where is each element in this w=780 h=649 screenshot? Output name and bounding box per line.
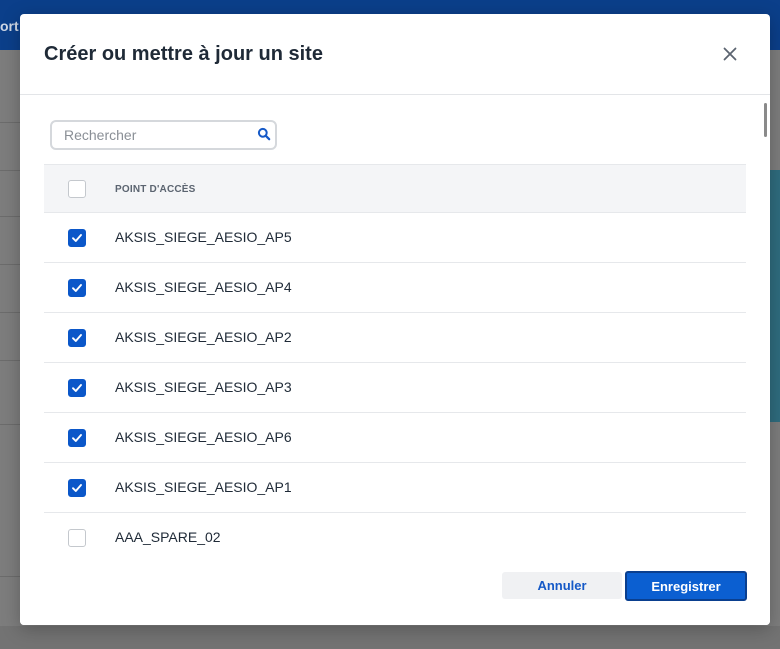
row-checkbox[interactable] xyxy=(68,329,86,347)
checkmark-icon xyxy=(72,384,82,392)
close-icon[interactable] xyxy=(720,44,740,64)
table-row[interactable]: AKSIS_SIEGE_AESIO_AP6 xyxy=(44,413,746,463)
checkmark-icon xyxy=(72,434,82,442)
background-divider xyxy=(0,576,20,577)
access-point-name: AKSIS_SIEGE_AESIO_AP6 xyxy=(115,429,292,445)
scrollbar[interactable] xyxy=(764,103,767,137)
search-box xyxy=(50,120,277,150)
access-point-name: AKSIS_SIEGE_AESIO_AP1 xyxy=(115,479,292,495)
background-divider xyxy=(0,122,20,123)
modal-title: Créer ou mettre à jour un site xyxy=(44,43,323,65)
modal-footer: Annuler Enregistrer xyxy=(20,559,770,625)
background-divider xyxy=(0,312,20,313)
table-row[interactable]: AAA_SPARE_02 xyxy=(44,513,746,559)
search-input[interactable] xyxy=(64,126,244,144)
background-divider xyxy=(0,170,20,171)
access-point-name: AKSIS_SIEGE_AESIO_AP3 xyxy=(115,379,292,395)
table-row[interactable]: AKSIS_SIEGE_AESIO_AP4 xyxy=(44,263,746,313)
checkmark-icon xyxy=(72,484,82,492)
row-checkbox[interactable] xyxy=(68,379,86,397)
checkmark-icon xyxy=(72,234,82,242)
table-row[interactable]: AKSIS_SIEGE_AESIO_AP3 xyxy=(44,363,746,413)
background-divider xyxy=(0,264,20,265)
search-icon[interactable] xyxy=(257,127,271,141)
row-checkbox[interactable] xyxy=(68,479,86,497)
access-point-name: AKSIS_SIEGE_AESIO_AP4 xyxy=(115,279,292,295)
modal-dialog: Créer ou mettre à jour un site POINT D'A… xyxy=(20,14,770,625)
background-divider xyxy=(0,424,20,425)
access-point-name: AKSIS_SIEGE_AESIO_AP2 xyxy=(115,329,292,345)
table-row[interactable]: AKSIS_SIEGE_AESIO_AP1 xyxy=(44,463,746,513)
access-point-name: AKSIS_SIEGE_AESIO_AP5 xyxy=(115,229,292,245)
background-divider xyxy=(0,360,20,361)
table-header: POINT D'ACCÈS xyxy=(44,164,746,213)
table-row[interactable]: AKSIS_SIEGE_AESIO_AP2 xyxy=(44,313,746,363)
background-panel xyxy=(770,170,780,422)
access-point-table: POINT D'ACCÈS AKSIS_SIEGE_AESIO_AP5 AKSIS… xyxy=(44,164,746,559)
checkmark-icon xyxy=(72,334,82,342)
background-topbar-text: ort xyxy=(0,18,19,34)
modal-header: Créer ou mettre à jour un site xyxy=(20,14,770,95)
access-point-name: AAA_SPARE_02 xyxy=(115,529,221,545)
table-row[interactable]: AKSIS_SIEGE_AESIO_AP5 xyxy=(44,213,746,263)
row-checkbox[interactable] xyxy=(68,529,86,547)
modal-body: POINT D'ACCÈS AKSIS_SIEGE_AESIO_AP5AKSIS… xyxy=(20,95,770,559)
row-checkbox[interactable] xyxy=(68,279,86,297)
select-all-checkbox[interactable] xyxy=(68,180,86,198)
save-button[interactable]: Enregistrer xyxy=(625,571,747,601)
column-header-access-point: POINT D'ACCÈS xyxy=(115,184,196,195)
checkmark-icon xyxy=(72,284,82,292)
background-footer xyxy=(0,626,780,649)
background-divider xyxy=(0,216,20,217)
row-checkbox[interactable] xyxy=(68,429,86,447)
row-checkbox[interactable] xyxy=(68,229,86,247)
cancel-button[interactable]: Annuler xyxy=(502,572,622,599)
table-rows: AKSIS_SIEGE_AESIO_AP5 AKSIS_SIEGE_AESIO_A… xyxy=(44,213,746,559)
